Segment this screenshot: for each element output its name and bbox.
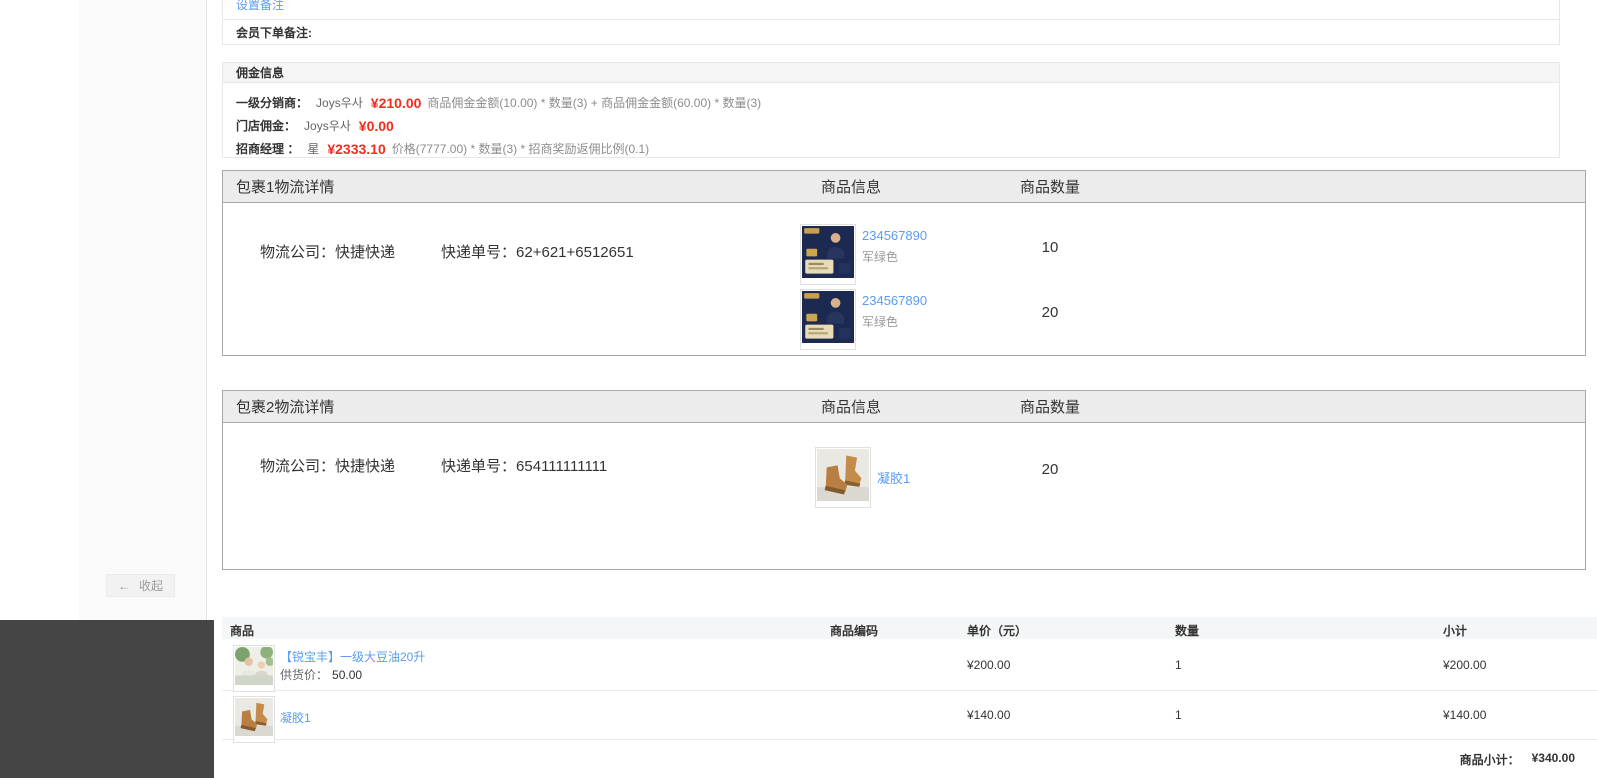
col-qty: 数量 bbox=[1175, 624, 1200, 638]
package-item: 234567890 军绿色 bbox=[800, 289, 927, 350]
product-qty-column-header: 商品数量 bbox=[1019, 399, 1080, 416]
product-name-link[interactable]: 凝胶1 bbox=[877, 471, 910, 486]
tracking-number-label: 快递单号： bbox=[441, 458, 517, 475]
package-1-title: 包裹1物流详情 bbox=[236, 179, 335, 196]
product-spec: 军绿色 bbox=[862, 250, 899, 264]
course-banner-image bbox=[802, 226, 854, 278]
package-1-logistics-section: 包裹1物流详情 商品信息 商品数量 物流公司：快捷快递 快递单号：62+621+… bbox=[222, 170, 1586, 356]
unit-price: ¥200.00 bbox=[967, 658, 1011, 672]
product-name-link[interactable]: 234567890 bbox=[862, 228, 927, 243]
commission-user-name: Joys우사 bbox=[316, 96, 363, 110]
commission-user-name: Joys우사 bbox=[304, 119, 351, 133]
logistics-company-label: 物流公司： bbox=[260, 244, 336, 261]
package-item-qty: 10 bbox=[1041, 239, 1059, 256]
collapse-label: 收起 bbox=[139, 579, 164, 593]
product-spec: 军绿色 bbox=[862, 315, 899, 329]
qty: 1 bbox=[1175, 658, 1182, 672]
order-table-header: 商品 商品编码 单价（元） 数量 小计 bbox=[222, 617, 1597, 639]
logistics-company-value: 快捷快递 bbox=[335, 244, 396, 261]
commission-label: 招商经理 ： bbox=[236, 142, 300, 156]
set-remark-link[interactable]: 设置备注 bbox=[236, 0, 284, 13]
supply-price-label: 供货价： bbox=[280, 668, 329, 682]
product-info-column-header: 商品信息 bbox=[821, 179, 882, 196]
order-table-row: 凝胶1 ¥140.00 1 ¥140.00 bbox=[222, 691, 1597, 743]
commission-amount: ¥2333.10 bbox=[327, 140, 386, 157]
col-subtotal: 小计 bbox=[1443, 624, 1468, 638]
course-banner-image bbox=[802, 291, 854, 343]
left-arrow-icon: ← bbox=[118, 578, 130, 593]
bottom-left-dark-panel bbox=[0, 620, 214, 778]
order-products-table: 商品 商品编码 单价（元） 数量 小计 【锐宝丰】一级大豆油20升 供货价： 50… bbox=[222, 617, 1597, 778]
product-info-column-header: 商品信息 bbox=[821, 399, 882, 416]
logistics-company-value: 快捷快递 bbox=[335, 458, 396, 475]
soybean-oil-image bbox=[235, 645, 275, 685]
commission-amount: ¥210.00 bbox=[370, 94, 422, 111]
boots-image bbox=[817, 449, 869, 501]
logistics-company-label: 物流公司： bbox=[260, 458, 336, 475]
tracking-number-value: 62+621+6512651 bbox=[516, 244, 634, 261]
product-name-link[interactable]: 234567890 bbox=[862, 293, 927, 308]
boots-thumbnail[interactable] bbox=[233, 696, 275, 743]
qty: 1 bbox=[1175, 708, 1182, 722]
supply-price-line: 供货价： 50.00 bbox=[280, 666, 362, 683]
commission-section-title: 佣金信息 bbox=[236, 66, 285, 80]
tracking-number-label: 快递单号： bbox=[441, 244, 517, 261]
commission-user-name: 星 bbox=[307, 142, 320, 156]
boots-image bbox=[235, 698, 273, 736]
order-remark-section: 设置备注 会员下单备注: bbox=[222, 0, 1560, 45]
course-banner-thumbnail[interactable] bbox=[800, 289, 856, 350]
package-2-title: 包裹2物流详情 bbox=[236, 399, 335, 416]
package-item-qty: 20 bbox=[1041, 304, 1059, 321]
collapse-sidebar-button[interactable]: ← 收起 bbox=[106, 574, 176, 597]
unit-price: ¥140.00 bbox=[967, 708, 1011, 722]
subtotal: ¥200.00 bbox=[1443, 658, 1487, 672]
commission-label: 一级分销商： bbox=[236, 96, 309, 110]
package-item-qty: 20 bbox=[1041, 461, 1059, 478]
commission-amount: ¥0.00 bbox=[358, 117, 394, 134]
commission-formula: 价格(7777.00) * 数量(3) * 招商奖励返佣比例(0.1) bbox=[391, 142, 650, 156]
col-unit-price: 单价（元） bbox=[967, 624, 1028, 638]
product-name-link[interactable]: 【锐宝丰】一级大豆油20升 bbox=[280, 648, 425, 665]
left-sidebar: ← 收起 bbox=[79, 0, 207, 620]
commission-row-store: 门店佣金： Joys우사 ¥0.00 bbox=[236, 114, 1546, 137]
product-name-link[interactable]: 凝胶1 bbox=[280, 709, 311, 726]
package-2-logistics-line: 物流公司：快捷快递 快递单号：654111111111 bbox=[260, 455, 607, 476]
col-product: 商品 bbox=[230, 624, 255, 638]
subtotal-summary-label: 商品小计： bbox=[1459, 753, 1520, 767]
boots-thumbnail[interactable] bbox=[815, 447, 871, 508]
course-banner-thumbnail[interactable] bbox=[800, 224, 856, 285]
col-product-code: 商品编码 bbox=[830, 624, 879, 638]
commission-formula: 商品佣金金额(10.00) * 数量(3) + 商品佣金金额(60.00) * … bbox=[427, 96, 762, 110]
commission-row-distributor: 一级分销商： Joys우사 ¥210.00 商品佣金金额(10.00) * 数量… bbox=[236, 91, 1546, 114]
package-item: 凝胶1 bbox=[815, 447, 910, 508]
product-qty-column-header: 商品数量 bbox=[1019, 179, 1080, 196]
commission-row-manager: 招商经理 ： 星 ¥2333.10 价格(7777.00) * 数量(3) * … bbox=[236, 137, 1546, 160]
package-1-logistics-line: 物流公司：快捷快递 快递单号：62+621+6512651 bbox=[260, 241, 634, 262]
package-2-logistics-section: 包裹2物流详情 商品信息 商品数量 物流公司：快捷快递 快递单号：6541111… bbox=[222, 390, 1586, 570]
order-table-row: 【锐宝丰】一级大豆油20升 供货价： 50.00 ¥200.00 1 ¥200.0… bbox=[222, 639, 1597, 692]
member-order-note-label: 会员下单备注: bbox=[236, 26, 312, 40]
package-item: 234567890 军绿色 bbox=[800, 224, 927, 285]
soybean-oil-thumbnail[interactable] bbox=[233, 645, 275, 692]
tracking-number-value: 654111111111 bbox=[516, 458, 608, 475]
subtotal: ¥140.00 bbox=[1443, 708, 1487, 722]
supply-price-value: 50.00 bbox=[332, 668, 363, 682]
commission-label: 门店佣金： bbox=[236, 119, 297, 133]
commission-info-section: 佣金信息 一级分销商： Joys우사 ¥210.00 商品佣金金额(10.00)… bbox=[222, 62, 1560, 158]
subtotal-summary-value: ¥340.00 bbox=[1531, 751, 1575, 765]
order-table-summary: 商品小计： ¥340.00 bbox=[222, 740, 1597, 778]
